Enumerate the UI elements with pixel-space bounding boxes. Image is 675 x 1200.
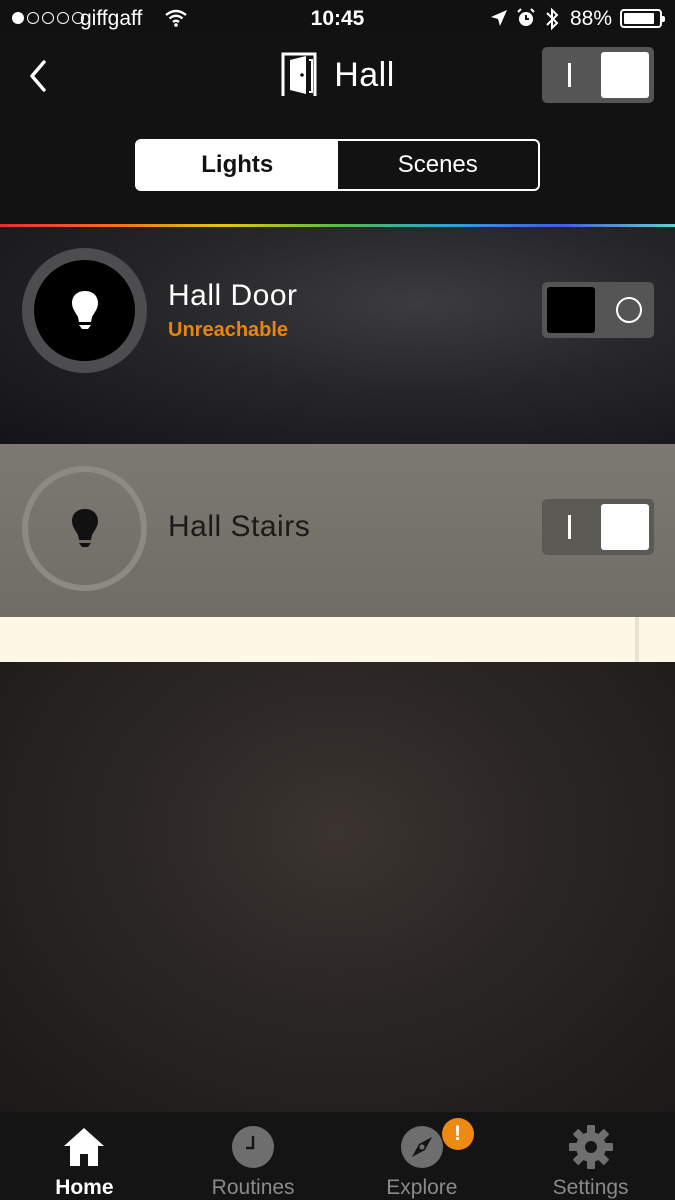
tab-routines[interactable]: Routines <box>169 1112 338 1200</box>
light-name: Hall Door <box>168 279 298 312</box>
tab-label: Explore <box>386 1176 458 1199</box>
bluetooth-icon <box>544 7 560 37</box>
battery-level-fill <box>624 13 654 24</box>
notification-badge: ! <box>441 1118 474 1150</box>
light-power-toggle[interactable] <box>542 499 654 555</box>
toggle-knob <box>601 504 649 550</box>
light-row-hall-door[interactable]: Hall Door Unreachable <box>0 227 675 444</box>
light-color-strip <box>0 617 675 662</box>
clock-icon <box>230 1124 276 1170</box>
tab-label: Routines <box>211 1176 295 1199</box>
tab-home[interactable]: Home <box>0 1112 169 1200</box>
bulb-icon <box>71 290 98 329</box>
toggle-knob <box>601 52 649 98</box>
alarm-icon <box>516 8 536 34</box>
light-bulb-button[interactable] <box>22 466 147 591</box>
strip-edge <box>635 617 639 662</box>
tab-scenes[interactable]: Scenes <box>338 141 539 189</box>
light-name: Hall Stairs <box>168 510 311 543</box>
light-bulb-button[interactable] <box>22 248 147 373</box>
tab-label: Home <box>55 1176 114 1199</box>
home-icon <box>61 1124 107 1170</box>
room-header: Hall Lights Scenes <box>0 38 675 224</box>
bottom-tab-bar: Home Routines ! Explore Settings <box>0 1112 675 1200</box>
compass-icon <box>399 1124 445 1170</box>
light-power-toggle[interactable] <box>542 282 654 338</box>
tab-label: Settings <box>552 1176 629 1199</box>
lights-scenes-segmented-control: Lights Scenes <box>135 139 540 191</box>
tab-settings[interactable]: Settings <box>506 1112 675 1200</box>
room-background <box>0 662 675 1112</box>
room-power-toggle[interactable] <box>542 47 654 103</box>
toggle-off-mark <box>616 297 642 323</box>
battery-icon <box>620 9 665 28</box>
battery-percent: 88% <box>570 7 613 30</box>
toggle-knob <box>547 287 595 333</box>
door-icon <box>280 52 318 98</box>
location-arrow-icon <box>490 9 508 33</box>
light-row-hall-stairs[interactable]: Hall Stairs <box>0 444 675 617</box>
bulb-icon <box>71 508 98 547</box>
tab-explore[interactable]: ! Explore <box>338 1112 507 1200</box>
tab-lights[interactable]: Lights <box>137 141 338 189</box>
toggle-on-mark <box>568 515 571 539</box>
gear-icon <box>568 1124 614 1170</box>
light-status-unreachable: Unreachable <box>168 319 289 341</box>
toggle-on-mark <box>568 63 571 87</box>
page-title: Hall <box>334 55 395 94</box>
status-bar: giffgaff 10:45 88% <box>0 0 675 38</box>
